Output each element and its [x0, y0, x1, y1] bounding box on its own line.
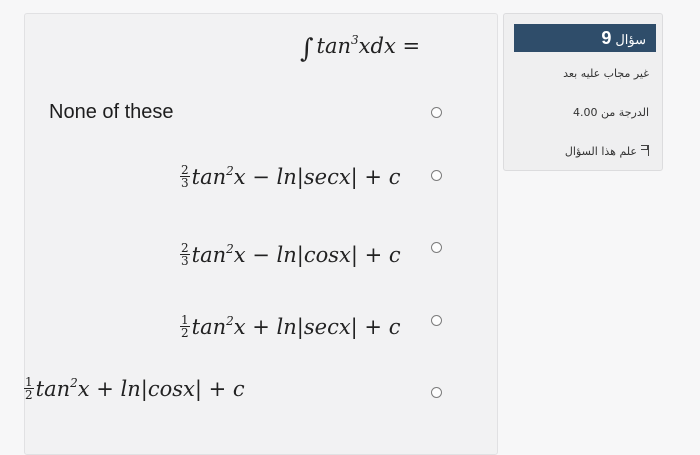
option-radio[interactable]	[431, 170, 442, 181]
option-label: 2 3 tan2x − ln|secx| + c	[180, 163, 401, 190]
option-label: None of these	[49, 101, 174, 123]
option-e[interactable]: 1 2 tan2x + ln|cosx| + c	[24, 372, 498, 408]
fraction: 23	[180, 163, 190, 190]
option-label: 2 3 tan2x − ln|cosx| + c	[180, 241, 401, 268]
option-label: 1 2 tan2x + ln|cosx| + c	[24, 375, 245, 402]
flag-question-link[interactable]: علم هذا السؤال	[565, 145, 649, 158]
option-radio[interactable]	[431, 315, 442, 326]
option-d[interactable]: 1 2 tan2x + ln|secx| + c	[24, 310, 498, 346]
flag-icon	[640, 145, 649, 156]
option-none-of-these[interactable]: None of these	[24, 94, 498, 130]
option-radio[interactable]	[431, 107, 442, 118]
integral-sign: ∫	[300, 34, 314, 64]
fraction: 12	[180, 313, 190, 340]
question-number-badge: سؤال9	[514, 24, 656, 52]
fraction: 12	[24, 375, 34, 402]
option-label: 1 2 tan2x + ln|secx| + c	[180, 313, 401, 340]
fraction: 23	[180, 241, 190, 268]
question-marks: الدرجة من 4.00	[573, 106, 649, 119]
question-status: غير مجاب عليه بعد	[563, 67, 649, 80]
option-c[interactable]: 2 3 tan2x − ln|cosx| + c	[24, 238, 498, 274]
question-info-card: سؤال9 غير مجاب عليه بعد الدرجة من 4.00 ع…	[503, 13, 663, 171]
question-stem: ∫ tan3xdx =	[300, 33, 421, 64]
option-radio[interactable]	[431, 242, 442, 253]
option-b[interactable]: 2 3 tan2x − ln|secx| + c	[24, 160, 498, 196]
option-radio[interactable]	[431, 387, 442, 398]
